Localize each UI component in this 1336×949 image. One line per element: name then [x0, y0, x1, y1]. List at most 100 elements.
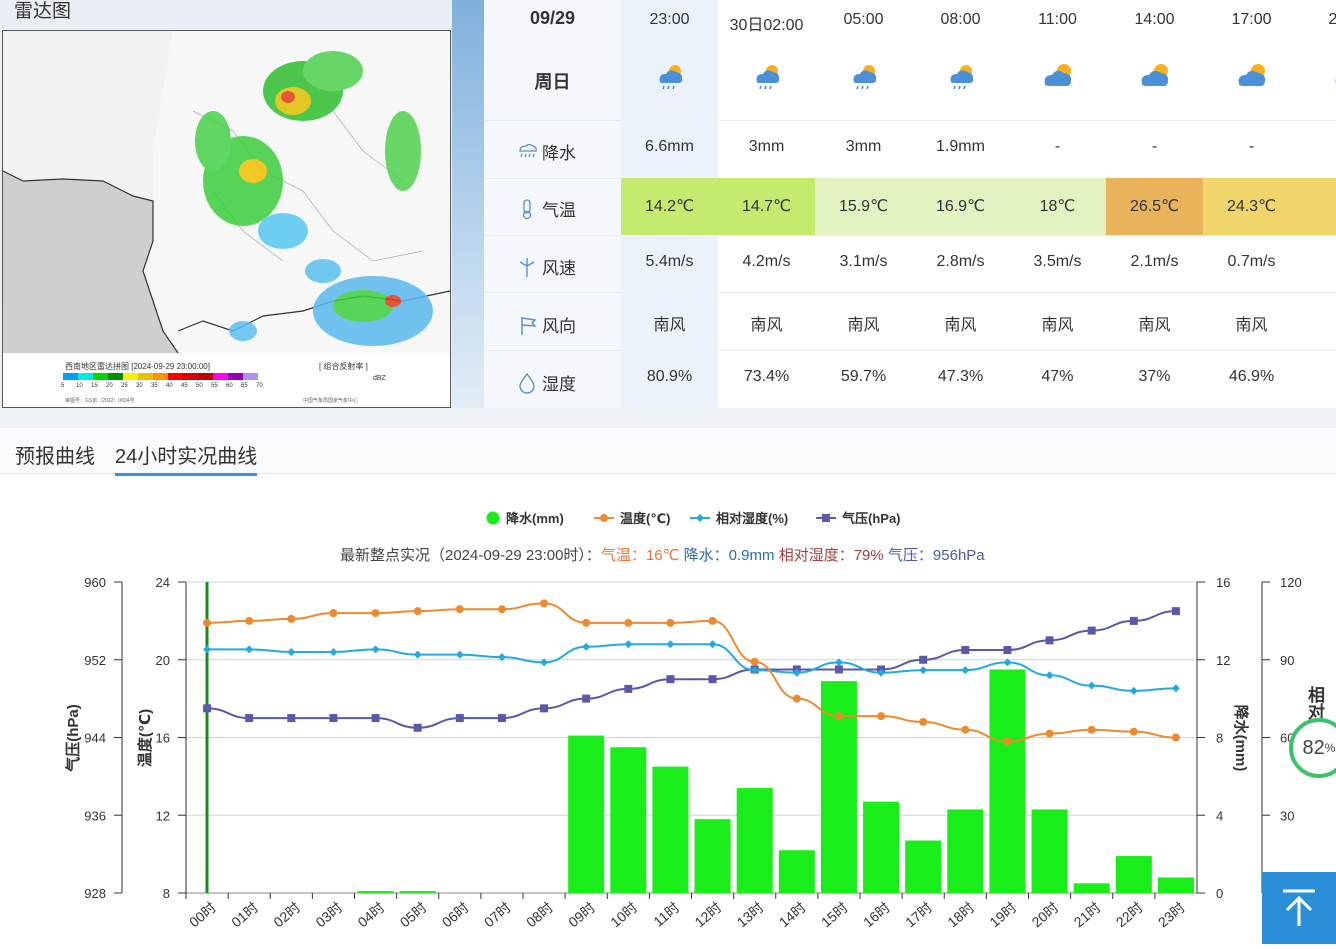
humidity-point [1045, 671, 1054, 680]
radar-image[interactable]: 西南地区雷达拼图 [2024-09-29 23:00:00] [ 组合反射率 ]… [2, 30, 451, 408]
precip-bar [399, 891, 436, 893]
tab-24h-observed-curve[interactable]: 24小时实况曲线 [115, 440, 258, 476]
precip-tick-label: 0 [1216, 886, 1223, 901]
x-tick-label: 23时 [1155, 899, 1188, 930]
humidity-axis-label: 相对 [1305, 686, 1324, 720]
forecast-wind-speed: 4.2m/s [742, 253, 791, 270]
pressure-point [1129, 616, 1138, 625]
forecast-humidity: 59.7% [840, 368, 887, 385]
forecast-humidity: 47.3% [937, 368, 984, 385]
x-tick-label: 05时 [397, 899, 430, 930]
x-tick-label: 22时 [1113, 899, 1146, 930]
humidity-point [624, 640, 633, 649]
legend-swatch [153, 373, 168, 380]
legend-tick: 45 [181, 383, 188, 389]
precip-axis-title: 降水(mm) [1232, 705, 1250, 772]
partly-cloudy-icon [1235, 60, 1269, 94]
legend-swatch [243, 373, 258, 380]
legend-tick: 20 [106, 383, 113, 389]
wind-flag-icon [521, 316, 537, 335]
legend-label-pressure: 气压(hPa) [842, 511, 901, 526]
temp-tick-label: 12 [156, 808, 170, 823]
row-label-wind-dir-text: 风向 [542, 317, 576, 336]
temp-point [287, 614, 296, 623]
x-tick-label: 08时 [523, 899, 556, 930]
humidity-line [207, 643, 1176, 692]
x-tick-label: 06时 [439, 899, 472, 930]
forecast-temp: 18℃ [1009, 178, 1106, 235]
back-to-top-button[interactable] [1262, 872, 1336, 944]
x-tick-label: 11时 [650, 899, 682, 930]
pressure-tick-label: 960 [84, 575, 106, 590]
light-rain-icon [944, 60, 978, 94]
legend-tick: 40 [166, 383, 173, 389]
legend-label-humidity: 相对湿度(%) [716, 511, 789, 526]
legend-label-precip: 降水(mm) [506, 511, 564, 526]
forecast-wind-dir: 南风 [847, 317, 880, 334]
latest-temp-label: 气温： [600, 547, 646, 564]
humidity-tick-label: 120 [1280, 575, 1302, 590]
precip-bar [357, 891, 394, 893]
x-tick-label: 20时 [1029, 899, 1062, 930]
legend-item-temp[interactable]: 温度(℃) [594, 508, 670, 527]
partly-cloudy-icon [1332, 60, 1336, 94]
forecast-humidity: 46.9% [1228, 368, 1275, 385]
legend-item-humidity[interactable]: 相对湿度(%) [690, 508, 788, 527]
pressure-point [961, 646, 970, 655]
x-tick-label: 04时 [355, 899, 388, 930]
temp-point [1129, 727, 1138, 736]
radar-legend-unit: dBZ [373, 375, 386, 382]
tab-forecast-curve[interactable]: 预报曲线 [15, 440, 95, 473]
pressure-tick-label: 936 [84, 808, 106, 823]
forecast-wind-speed: 3.5m/s [1033, 253, 1082, 270]
forecast-column: 05:00 3mm 15.9℃ 3.1m/s 南风 59.7% [815, 0, 912, 408]
x-tick-label: 17时 [902, 899, 935, 930]
precip-bar [1031, 809, 1068, 893]
row-label-wind-dir: 风向 [516, 312, 576, 337]
temp-point [624, 618, 633, 627]
legend-tick: 35 [151, 383, 158, 389]
radar-legend-ticks: 5 10 15 20 25 30 35 40 45 50 55 60 65 70 [61, 383, 271, 389]
row-label-temp: 气温 [516, 196, 576, 221]
x-tick-label: 07时 [481, 899, 514, 930]
radar-legend-type: [ 组合反射率 ] [319, 362, 368, 371]
forecast-wind-speed: 3.1m/s [839, 253, 888, 270]
forecast-precip: - [1151, 138, 1158, 155]
latest-precip-label: 降水： [683, 547, 729, 564]
precip-bar [905, 840, 942, 893]
pressure-point [371, 714, 380, 723]
temp-point [540, 599, 549, 608]
radar-legend-source: 中国气象局国家气象中心 [303, 398, 359, 404]
pressure-point [203, 704, 212, 713]
pressure-point [497, 714, 506, 723]
legend-swatch [93, 373, 108, 380]
temp-tick-label: 24 [156, 575, 170, 590]
humidity-point [666, 640, 675, 649]
precip-tick-label: 16 [1216, 575, 1230, 590]
x-tick-label: 10时 [607, 899, 640, 930]
forecast-temp: 16.9℃ [912, 178, 1009, 235]
pressure-point [624, 684, 633, 693]
precip-bar [610, 747, 647, 893]
precip-bar [652, 766, 689, 893]
forecast-precip: 6.6mm [645, 138, 694, 155]
forecast-column: 14:00 - 26.5℃ 2.1m/s 南风 37% [1106, 0, 1203, 408]
forecast-precip: - [1248, 138, 1255, 155]
x-tick-label: 14时 [776, 899, 809, 930]
precip-tick-label: 12 [1216, 653, 1230, 668]
forecast-label-column: 09/29 周日 降水 气温 风速 风向 湿度 [484, 0, 621, 408]
precip-bar [694, 819, 731, 893]
radar-map [3, 31, 450, 353]
legend-swatch [213, 373, 228, 380]
x-tick-label: 15时 [818, 899, 851, 930]
temp-point [497, 605, 506, 614]
forecast-column: 23:00 6.6mm 14.2℃ 5.4m/s 南风 80.9% [621, 0, 718, 408]
temp-point [877, 712, 886, 721]
humidity-badge-value: 82 [1302, 736, 1325, 759]
temp-tick-label: 8 [163, 886, 170, 901]
legend-item-pressure[interactable]: 气压(hPa) [816, 508, 901, 527]
x-tick-label: 21时 [1071, 899, 1104, 930]
forecast-column: 08:00 1.9mm 16.9℃ 2.8m/s 南风 47.3% [912, 0, 1009, 408]
legend-item-precip[interactable]: 降水(mm) [486, 508, 564, 527]
temp-line [207, 602, 1176, 743]
